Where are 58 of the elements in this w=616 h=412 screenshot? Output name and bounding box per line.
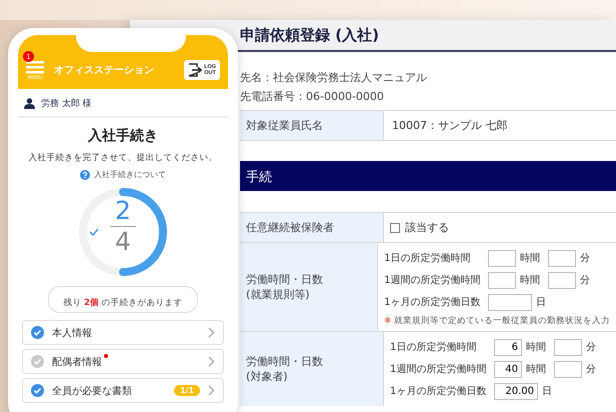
check-icon bbox=[89, 228, 99, 236]
exit-icon bbox=[188, 63, 202, 77]
unit-label: 時間 bbox=[526, 340, 547, 354]
field-label: 1ヶ月の所定労働日数 bbox=[384, 296, 482, 309]
number-input[interactable] bbox=[488, 272, 516, 288]
number-input[interactable] bbox=[548, 250, 576, 266]
number-input[interactable] bbox=[548, 272, 576, 288]
table-label-cell: 労働時間・日数 (就業規則等) bbox=[240, 243, 378, 331]
instruction-text: 入社手続きを完了させて、提出してください。 bbox=[28, 152, 218, 164]
total-count: 4 bbox=[115, 227, 131, 257]
table-label-cell: 任意継続被保険者 bbox=[240, 213, 384, 242]
checkbox-label: 該当する bbox=[405, 220, 449, 235]
field-label: 1日の所定労働時間 bbox=[384, 252, 472, 265]
chevron-icon bbox=[208, 356, 215, 367]
unit-label: 時間 bbox=[520, 252, 542, 265]
screen-title: 入社手続き bbox=[86, 127, 159, 145]
field-label: 1週間の所定労働時間 bbox=[384, 274, 482, 287]
info-text: 先名：社会保険労務士法人マニュアル bbox=[240, 70, 428, 86]
unit-label: 分 bbox=[580, 252, 592, 265]
table-cell-text: 10007：サンプル 七郎 bbox=[391, 118, 508, 134]
number-input[interactable] bbox=[554, 338, 582, 356]
page-title: 申請依頼登録 (入社) bbox=[240, 26, 379, 44]
count-badge: 1/1 bbox=[174, 385, 200, 396]
note-text: ※ 就業規則等で定めている一般従業員の勤務状況を入力 bbox=[384, 314, 610, 327]
unit-label: 時間 bbox=[520, 274, 542, 287]
menu-icon bbox=[26, 60, 44, 74]
field-label: 1日の所定労働時間 bbox=[390, 340, 478, 354]
completed-count: 2 bbox=[115, 196, 131, 226]
table-label-cell: 対象従業員氏名 bbox=[240, 111, 384, 140]
chevron-icon bbox=[208, 385, 215, 396]
app-name: オフィスステーション bbox=[54, 64, 155, 78]
number-input[interactable] bbox=[488, 250, 516, 266]
user-icon bbox=[24, 98, 35, 109]
unit-label: 日 bbox=[536, 296, 548, 309]
number-input[interactable]: 20.00 bbox=[494, 382, 538, 400]
unit-label: 分 bbox=[586, 341, 597, 354]
unit-label: 分 bbox=[580, 274, 592, 287]
field-label: 1ヶ月の所定労働日数 bbox=[390, 384, 488, 398]
number-input[interactable] bbox=[488, 294, 532, 310]
unit-label: 時間 bbox=[526, 362, 547, 376]
user-name: 労務 太郎 様 bbox=[41, 98, 92, 110]
table-label-cell: 労働時間・日数 (対象者) bbox=[240, 332, 384, 406]
procedure-item[interactable]: 全員が必要な書類 1/1 bbox=[22, 378, 224, 403]
info-text: 先電話番号：06-0000-0000 bbox=[240, 89, 385, 105]
unit-label: 分 bbox=[586, 363, 597, 376]
procedure-item[interactable]: 本人情報 bbox=[22, 320, 224, 345]
number-input[interactable]: 6 bbox=[494, 338, 522, 356]
chevron-icon bbox=[208, 327, 215, 338]
checkbox[interactable] bbox=[390, 222, 400, 232]
unit-label: 日 bbox=[542, 385, 553, 398]
remaining-text: 残り 2個 の手続きがあります bbox=[63, 298, 183, 308]
number-input[interactable]: 40 bbox=[494, 360, 522, 378]
procedure-item[interactable]: 配偶者情報 bbox=[22, 349, 224, 374]
number-input[interactable] bbox=[554, 360, 582, 378]
help-link[interactable]: 入社手続きについて bbox=[94, 169, 166, 180]
help-icon bbox=[80, 170, 90, 180]
section-header: 手続 bbox=[240, 161, 616, 191]
field-label: 1週間の所定労働時間 bbox=[390, 362, 488, 376]
